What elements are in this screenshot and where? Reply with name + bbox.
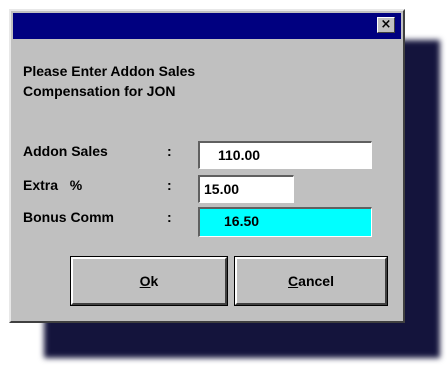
- ok-button[interactable]: Ok: [70, 256, 228, 306]
- bonus-comm-field: 16.50: [198, 207, 372, 237]
- addon-sales-label: Addon Sales: [23, 143, 108, 159]
- close-icon[interactable]: ×: [377, 17, 395, 33]
- bonus-comm-colon: :: [167, 209, 172, 225]
- addon-sales-colon: :: [167, 143, 172, 159]
- cancel-label-rest: ancel: [298, 273, 334, 289]
- prompt-line-2: Compensation for JON: [23, 83, 176, 99]
- prompt-message: Please Enter Addon Sales Compensation fo…: [23, 61, 195, 101]
- ok-label-rest: k: [150, 273, 159, 289]
- addon-sales-dialog: × Please Enter Addon Sales Compensation …: [9, 9, 405, 323]
- prompt-line-1: Please Enter Addon Sales: [23, 63, 196, 79]
- cancel-button[interactable]: Cancel: [234, 256, 388, 306]
- cancel-accelerator: C: [288, 273, 299, 289]
- ok-accelerator: O: [139, 273, 151, 289]
- addon-sales-input[interactable]: 110.00: [198, 141, 372, 169]
- extra-percent-label: Extra %: [23, 177, 83, 193]
- bonus-comm-label: Bonus Comm: [23, 209, 114, 225]
- title-bar[interactable]: ×: [13, 13, 401, 39]
- extra-percent-input[interactable]: 15.00: [198, 175, 294, 203]
- extra-percent-colon: :: [167, 177, 172, 193]
